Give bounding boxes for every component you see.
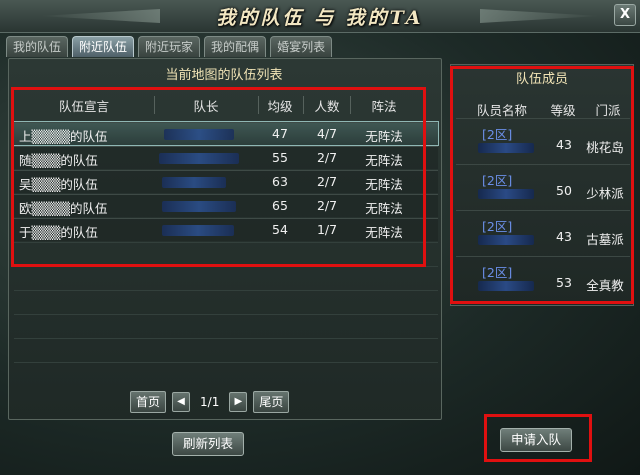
refresh-list-button[interactable]: 刷新列表 — [172, 432, 245, 456]
tab-nearby-players[interactable]: 附近玩家 — [138, 36, 201, 57]
empty-row — [14, 314, 438, 337]
tab-wedding-list[interactable]: 婚宴列表 — [270, 36, 333, 57]
empty-row — [14, 338, 438, 361]
empty-row — [14, 290, 438, 313]
team-list-title: 当前地图的队伍列表 — [165, 68, 283, 83]
tab-nearby-teams[interactable]: 附近队伍 — [72, 36, 135, 57]
tab-my-spouse[interactable]: 我的配偶 — [204, 36, 267, 57]
prev-page-icon[interactable]: ◀ — [172, 392, 191, 412]
close-button[interactable]: X — [614, 4, 636, 26]
highlight-box-members — [450, 66, 634, 304]
window-title: 我的队伍 与 我的TA — [216, 7, 424, 29]
tab-my-team[interactable]: 我的队伍 — [6, 36, 69, 57]
pagination: 首页 ◀ 1/1 ▶ 尾页 — [130, 391, 290, 413]
empty-row — [14, 266, 438, 289]
highlight-box-team-list — [11, 87, 426, 267]
empty-row — [14, 362, 438, 385]
highlight-box-apply — [484, 414, 592, 462]
last-page-button[interactable]: 尾页 — [253, 391, 290, 413]
first-page-button[interactable]: 首页 — [130, 391, 167, 413]
page-indicator: 1/1 — [200, 395, 220, 409]
tab-bar: 我的队伍 附近队伍 附近玩家 我的配偶 婚宴列表 — [6, 36, 333, 58]
next-page-icon[interactable]: ▶ — [229, 392, 248, 412]
